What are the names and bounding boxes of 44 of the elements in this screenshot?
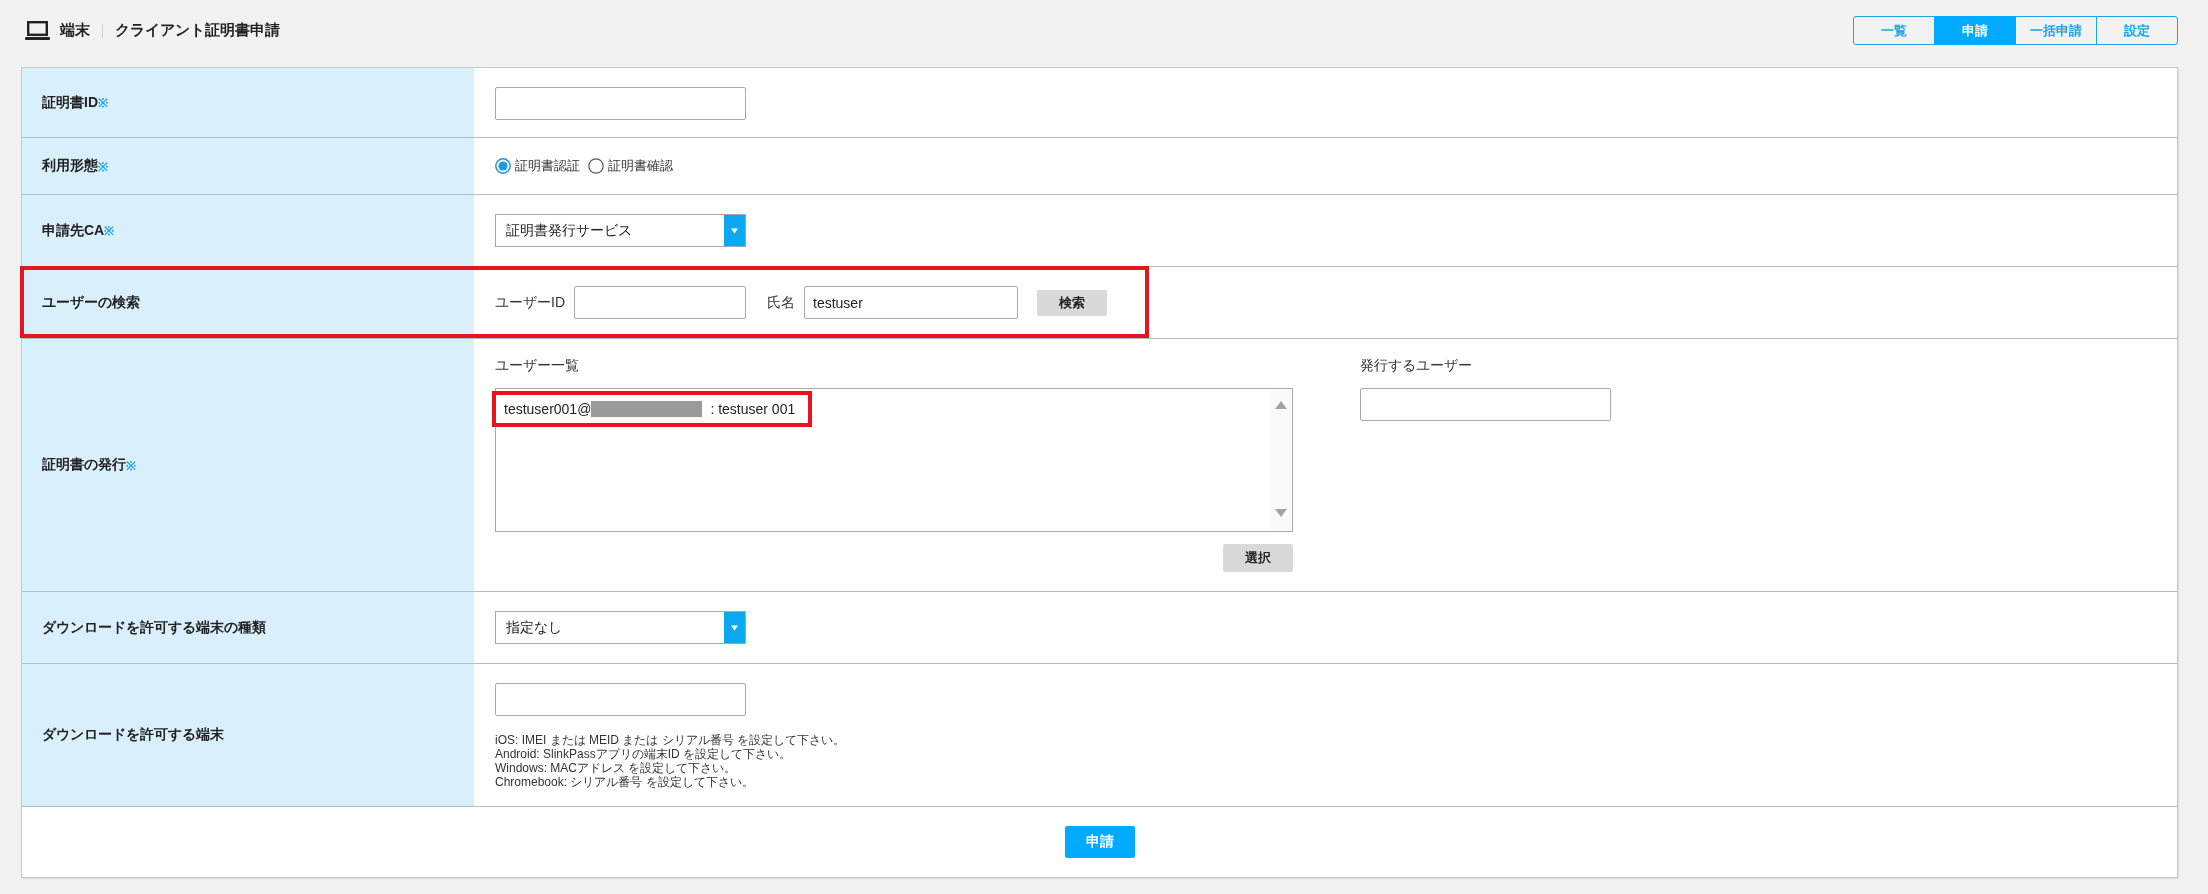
field-label: 利用形態 xyxy=(42,157,98,175)
input-label: ユーザーID xyxy=(495,293,565,312)
section-label: 端末 xyxy=(60,21,90,40)
required-mark: ※ xyxy=(126,458,136,474)
page-title: クライアント証明書申請 xyxy=(115,21,280,40)
input-field[interactable]: testuser xyxy=(804,286,1018,319)
caret-icon[interactable] xyxy=(724,612,745,643)
caret-icon[interactable] xyxy=(724,215,745,246)
select-field[interactable]: 証明書発行サービス xyxy=(495,214,746,247)
radio-icon[interactable] xyxy=(495,158,511,174)
input-label: 氏名 xyxy=(767,293,795,312)
help-text: iOS: IMEI または MEID または シリアル番号 を設定して下さい。 xyxy=(495,733,845,747)
field-label: ダウンロードを許可する端末の種類 xyxy=(42,618,266,637)
input-field[interactable] xyxy=(495,683,746,716)
input-field[interactable] xyxy=(574,286,746,319)
select-button[interactable]: 選択 xyxy=(1223,544,1293,572)
list-label: ユーザー一覧 xyxy=(495,357,580,373)
field-label: 証明書の発行 xyxy=(42,456,126,474)
input-field[interactable] xyxy=(1360,388,1611,421)
down-arrow-icon[interactable] xyxy=(1275,509,1287,517)
input-field[interactable] xyxy=(495,87,746,120)
user-listbox[interactable]: testuser001@ : testuser 001 xyxy=(495,388,1293,532)
field-label: ユーザーの検索 xyxy=(42,293,140,312)
scrollbar[interactable] xyxy=(1270,389,1292,531)
required-mark: ※ xyxy=(98,159,108,175)
user-id-text: testuser001@ xyxy=(504,401,592,417)
search-button[interactable]: 検索 xyxy=(1037,289,1107,316)
user-name-text: : testuser 001 xyxy=(710,401,796,417)
field-label: ダウンロードを許可する端末 xyxy=(42,726,224,744)
help-text: Chromebook: シリアル番号 を設定して下さい。 xyxy=(495,775,755,789)
field-label: 証明書ID xyxy=(42,93,98,112)
help-text: Android: SlinkPassアプリの端末ID を設定して下さい。 xyxy=(495,747,793,761)
radio-option[interactable]: 証明書確認 xyxy=(588,157,673,175)
required-mark: ※ xyxy=(98,95,108,111)
field-label: 申請先CA xyxy=(42,221,105,240)
input-label: 発行するユーザー xyxy=(1360,357,1473,373)
select-field[interactable]: 指定なし xyxy=(495,611,746,644)
laptop-icon xyxy=(25,21,50,40)
up-arrow-icon[interactable] xyxy=(1275,401,1287,409)
radio-icon[interactable] xyxy=(588,158,604,174)
list-option[interactable]: testuser001@ : testuser 001 xyxy=(492,391,813,427)
required-mark: ※ xyxy=(104,223,115,239)
radio-option[interactable]: 証明書認証 xyxy=(495,157,580,175)
help-text: Windows: MACアドレス を設定して下さい。 xyxy=(495,761,738,775)
